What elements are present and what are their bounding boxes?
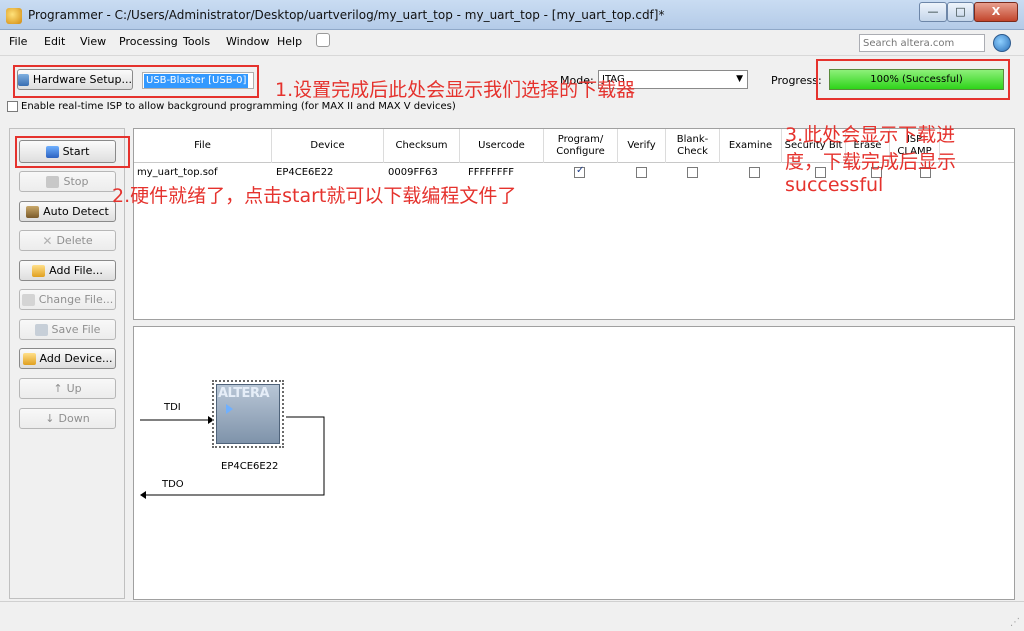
arrow-up-icon: ↑ <box>53 382 63 395</box>
annotation-note-3-line-3: successful <box>785 174 884 196</box>
fpga-chip[interactable]: ALTERA <box>212 380 284 448</box>
hardware-setup-icon <box>18 73 29 86</box>
cell-file: my_uart_top.sof <box>137 167 218 178</box>
tdi-label: TDI <box>164 402 181 413</box>
hardware-value: USB-Blaster [USB-0] <box>144 74 249 88</box>
programmer-client-area: Hardware Setup... USB-Blaster [USB-0] Mo… <box>0 56 1024 631</box>
jtag-chain-panel: TDI TDO EP4CE6E22 <box>133 326 1015 600</box>
title-bar: Programmer - C:/Users/Administrator/Desk… <box>0 0 1024 30</box>
search-input[interactable] <box>859 34 985 52</box>
arrow-down-icon: ↓ <box>45 412 55 425</box>
column-blank-check[interactable]: Blank- Check <box>666 129 720 163</box>
annotation-note-1: 1.设置完成后此处会显示我们选择的下载器 <box>275 79 636 101</box>
chip-name: EP4CE6E22 <box>221 461 279 472</box>
progress-bar: 100% (Successful) <box>829 69 1004 90</box>
column-examine[interactable]: Examine <box>720 129 782 163</box>
add-file-icon <box>32 264 46 277</box>
column-program-configure[interactable]: Program/ Configure <box>544 129 618 163</box>
realtime-isp-checkbox[interactable] <box>7 101 18 112</box>
hardware-setup-button[interactable]: Hardware Setup... <box>17 69 133 90</box>
column-usercode[interactable]: Usercode <box>460 129 544 163</box>
change-file-button[interactable]: Change File... <box>19 289 116 310</box>
menu-help[interactable]: Help <box>277 35 302 48</box>
save-file-button[interactable]: Save File <box>19 319 116 340</box>
altera-logo: ALTERA <box>218 386 270 401</box>
auto-detect-icon <box>26 205 40 218</box>
menu-file[interactable]: File <box>9 35 27 48</box>
chip-play-icon <box>226 404 233 414</box>
cell-usercode: FFFFFFFF <box>468 167 515 178</box>
annotation-note-3-line-2: 度，下载完成后显示 <box>785 151 957 173</box>
globe-icon[interactable] <box>993 34 1011 52</box>
status-bar: ⋰ <box>0 601 1024 631</box>
menu-bar: File Edit View Processing Tools Window H… <box>0 30 1024 56</box>
window-title: Programmer - C:/Users/Administrator/Desk… <box>28 8 665 22</box>
resize-grip-icon[interactable]: ⋰ <box>1010 617 1020 628</box>
maximize-button[interactable]: □ <box>947 2 974 22</box>
menu-processing[interactable]: Processing <box>119 35 178 48</box>
column-file[interactable]: File <box>134 129 272 163</box>
add-file-button[interactable]: Add File... <box>19 260 116 281</box>
start-icon <box>45 145 59 158</box>
verify-checkbox[interactable] <box>636 167 647 178</box>
programmer-app-icon <box>6 8 22 24</box>
annotation-note-3-line-1: 3.此处会显示下载进 <box>785 124 956 146</box>
minimize-button[interactable]: — <box>919 2 947 22</box>
tdo-label: TDO <box>162 479 184 490</box>
hardware-field[interactable]: USB-Blaster [USB-0] <box>142 72 254 89</box>
realtime-isp-label: Enable real-time ISP to allow background… <box>21 101 456 112</box>
close-button[interactable]: X <box>974 2 1018 22</box>
progress-label: Progress: <box>771 74 822 87</box>
column-device[interactable]: Device <box>272 129 384 163</box>
menu-view[interactable]: View <box>80 35 106 48</box>
change-file-icon <box>21 293 35 306</box>
add-device-icon <box>22 352 36 365</box>
menu-tools[interactable]: Tools <box>183 35 210 48</box>
cell-device: EP4CE6E22 <box>276 167 334 178</box>
add-device-button[interactable]: Add Device... <box>19 348 116 369</box>
blank-check-checkbox[interactable] <box>687 167 698 178</box>
column-verify[interactable]: Verify <box>618 129 666 163</box>
annotation-note-2: 2.硬件就绪了，点击start就可以下载编程文件了 <box>112 185 517 207</box>
help-balloon-icon[interactable] <box>316 33 330 47</box>
column-checksum[interactable]: Checksum <box>384 129 460 163</box>
stop-icon <box>46 175 60 188</box>
examine-checkbox[interactable] <box>749 167 760 178</box>
menu-window[interactable]: Window <box>226 35 269 48</box>
up-button[interactable]: ↑ Up <box>19 378 116 399</box>
start-button[interactable]: Start <box>19 140 116 163</box>
delete-icon: ✕ <box>42 233 53 248</box>
chevron-down-icon: ▼ <box>736 74 743 84</box>
down-button[interactable]: ↓ Down <box>19 408 116 429</box>
menu-edit[interactable]: Edit <box>44 35 65 48</box>
progress-text: 100% (Successful) <box>870 74 963 85</box>
auto-detect-button[interactable]: Auto Detect <box>19 201 116 222</box>
cell-checksum: 0009FF63 <box>388 167 438 178</box>
delete-button[interactable]: ✕ Delete <box>19 230 116 251</box>
program-configure-checkbox[interactable] <box>574 165 585 178</box>
stop-button[interactable]: Stop <box>19 171 116 192</box>
save-file-icon <box>34 323 48 336</box>
